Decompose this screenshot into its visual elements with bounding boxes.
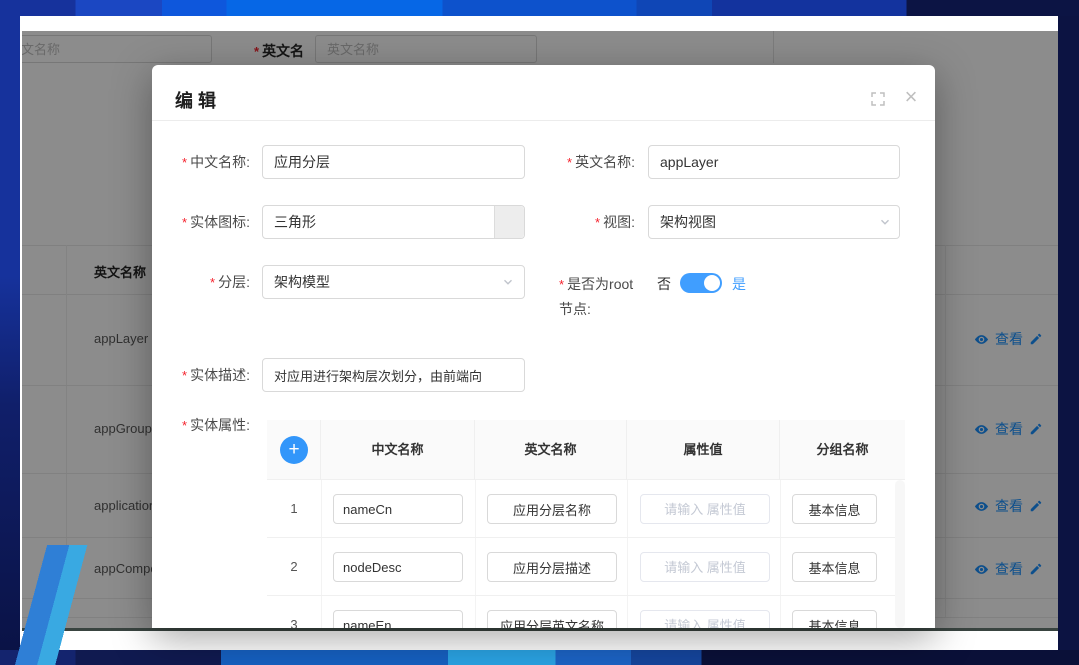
attr-en-input[interactable] <box>487 610 617 628</box>
frame-right-band <box>1058 16 1079 665</box>
frame-corner-accent <box>0 545 90 665</box>
row-index: 2 <box>267 538 321 596</box>
toggle-on-label: 是 <box>732 274 746 294</box>
is-root-label: *是否为root节点: <box>559 272 635 321</box>
row-index: 3 <box>267 596 321 628</box>
chevron-down-icon <box>501 275 515 289</box>
attribute-row: 3 <box>267 596 905 628</box>
attr-cn-input[interactable] <box>333 610 463 628</box>
attribute-row: 2 <box>267 538 905 596</box>
entity-desc-input[interactable] <box>262 358 525 392</box>
attr-value-input[interactable] <box>640 494 770 524</box>
attribute-table: 中文名称 英文名称 属性值 分组名称 + 1 2 <box>267 420 905 628</box>
entity-icon-input[interactable] <box>262 205 525 239</box>
attr-group-input[interactable] <box>792 552 877 582</box>
frame-top-band <box>0 0 1079 16</box>
dialog-header-divider <box>152 120 935 121</box>
en-name-label: *英文名称: <box>540 145 635 180</box>
toggle-off-label: 否 <box>657 274 671 294</box>
cn-name-label: *中文名称: <box>165 145 250 180</box>
attr-cn-input[interactable] <box>333 552 463 582</box>
entity-attrs-label: *实体属性: <box>165 408 250 443</box>
attribute-row: 1 <box>267 480 905 538</box>
entity-icon-label: *实体图标: <box>165 205 250 240</box>
view-select[interactable] <box>648 205 900 239</box>
icon-picker-button[interactable] <box>494 206 524 238</box>
table-scrollbar[interactable] <box>895 480 905 628</box>
header-en-name: 英文名称 <box>475 420 627 480</box>
header-attr-value: 属性值 <box>627 420 780 480</box>
frame-bottom-band <box>0 650 1079 665</box>
row-index: 1 <box>267 480 321 538</box>
header-cn-name: 中文名称 <box>321 420 475 480</box>
fullscreen-icon[interactable] <box>870 91 886 107</box>
toggle-knob <box>704 275 720 291</box>
edit-dialog: 编辑 × *中文名称: *英文名称: *实体图标: *视图: *分层: <box>152 65 935 628</box>
layer-label: *分层: <box>165 265 250 300</box>
attr-group-input[interactable] <box>792 610 877 628</box>
attribute-table-header: 中文名称 英文名称 属性值 分组名称 + <box>267 420 905 480</box>
entity-desc-label: *实体描述: <box>165 358 250 393</box>
close-icon[interactable]: × <box>900 82 922 112</box>
page-bottom-edge <box>22 628 1058 631</box>
chevron-down-icon <box>878 215 892 229</box>
header-group-name: 分组名称 <box>780 420 905 480</box>
attr-en-input[interactable] <box>487 552 617 582</box>
layer-select[interactable] <box>262 265 525 299</box>
attr-group-input[interactable] <box>792 494 877 524</box>
attr-value-input[interactable] <box>640 610 770 628</box>
screen: *英文名 英文名称 appLayer appGroup application … <box>0 0 1079 665</box>
cn-name-input[interactable] <box>262 145 525 179</box>
attr-en-input[interactable] <box>487 494 617 524</box>
view-label: *视图: <box>540 205 635 240</box>
add-attribute-button[interactable]: + <box>280 436 308 464</box>
attr-cn-input[interactable] <box>333 494 463 524</box>
is-root-toggle[interactable] <box>680 273 722 293</box>
en-name-input[interactable] <box>648 145 900 179</box>
attr-value-input[interactable] <box>640 552 770 582</box>
dialog-title: 编辑 <box>175 87 221 113</box>
